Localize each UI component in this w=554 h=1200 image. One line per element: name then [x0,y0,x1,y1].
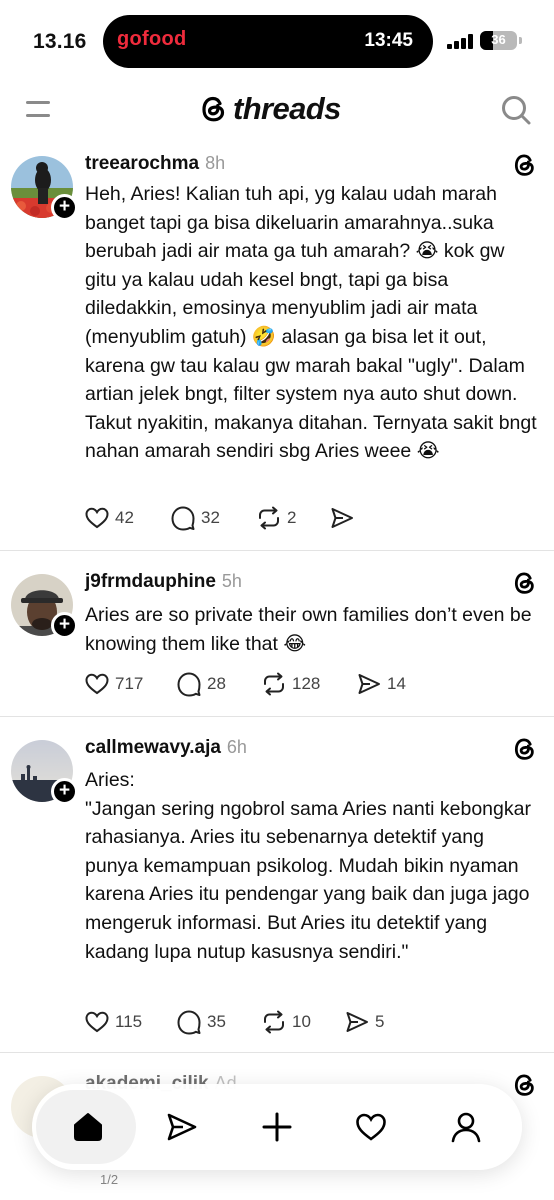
threads-logo-icon [514,154,534,176]
share-button[interactable] [329,505,355,531]
app-header: threads [0,82,554,138]
island-time: 13:45 [364,30,413,51]
profile-icon[interactable] [449,1110,483,1144]
share-count: 14 [387,674,406,693]
repost-button[interactable]: 128 [261,671,320,697]
carousel-page-indicator: 1/2 [100,1172,119,1187]
post-time: 5h [221,571,242,591]
share-button[interactable]: 14 [356,671,406,697]
post-header: treearochma 8h [85,153,225,175]
like-button[interactable]: 115 [84,1009,142,1035]
heart-icon [85,673,109,695]
send-icon[interactable] [165,1110,199,1144]
username[interactable]: j9frmdauphine [85,571,216,593]
island-app-label: gofood [117,28,187,50]
home-icon[interactable] [71,1110,105,1144]
threads-logo-icon [514,738,534,760]
comment-icon [177,1010,201,1035]
reply-button[interactable]: 32 [170,505,220,531]
heart-icon [85,1011,109,1033]
reply-count: 35 [207,1012,226,1031]
status-bar: 13.16 gofood 13:45 36 [0,0,554,82]
like-button[interactable]: 717 [84,671,143,697]
reply-count: 28 [207,674,226,693]
reply-count: 32 [201,508,220,527]
post-text: Aries: "Jangan sering ngobrol sama Aries… [85,769,531,963]
post-text: Heh, Aries! Kalian tuh api, yg kalau uda… [85,183,543,463]
like-count: 42 [115,508,134,527]
post-header: j9frmdauphine 5h [85,571,242,593]
repost-icon [259,506,279,530]
repost-count: 10 [292,1012,311,1031]
threads-logo-icon [514,572,534,594]
repost-icon [264,672,284,696]
send-icon [331,508,353,528]
post-time: 8h [205,153,226,173]
username[interactable]: treearochma [85,153,199,175]
plus-icon[interactable] [260,1110,294,1144]
repost-count: 2 [287,508,297,527]
heart-icon [85,507,109,529]
like-count: 717 [115,674,144,693]
repost-icon [264,1010,284,1034]
repost-count: 128 [292,674,321,693]
divider [0,1052,554,1053]
share-count: 5 [375,1012,385,1031]
share-button[interactable]: 5 [344,1009,384,1035]
signal-icon [447,34,473,49]
divider [0,716,554,717]
reply-button[interactable]: 35 [176,1009,226,1035]
like-button[interactable]: 42 [84,505,134,531]
threads-logo-icon [514,1074,534,1096]
send-icon [358,674,380,694]
menu-icon[interactable] [26,98,50,118]
repost-button[interactable]: 2 [256,505,296,531]
threads-logo-icon [202,96,225,122]
battery-icon: 36 [480,31,517,50]
send-icon [346,1012,368,1032]
post-time: 6h [226,737,247,757]
comment-icon [177,672,201,697]
post-text: Aries are so private their own families … [85,604,537,655]
post-header: callmewavy.aja 6h [85,737,247,759]
search-icon[interactable] [500,94,532,126]
divider [0,550,554,551]
repost-button[interactable]: 10 [261,1009,311,1035]
battery-level: 36 [491,32,506,47]
username[interactable]: callmewavy.aja [85,737,221,759]
like-count: 115 [115,1012,143,1031]
bottom-nav [32,1084,522,1170]
dynamic-island[interactable]: gofood 13:45 [103,15,433,68]
follow-button[interactable]: + [51,778,78,805]
reply-button[interactable]: 28 [176,671,226,697]
follow-button[interactable]: + [51,612,78,639]
follow-button[interactable]: + [51,194,78,221]
heart-icon[interactable] [354,1110,388,1144]
threads-brand[interactable]: threads [199,90,341,128]
brand-name: threads [233,91,341,126]
status-time: 13.16 [33,30,87,53]
comment-icon [171,506,195,531]
